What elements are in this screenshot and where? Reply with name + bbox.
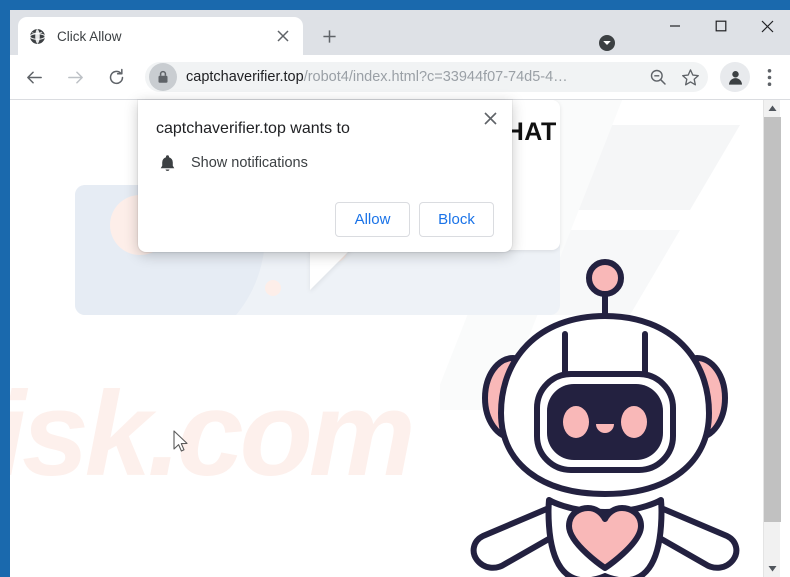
new-tab-button[interactable]: [313, 20, 345, 52]
forward-arrow-icon[interactable]: [58, 60, 92, 94]
dialog-title: captchaverifier.top wants to: [156, 120, 350, 137]
browser-toolbar: captchaverifier.top/robot4/index.html?c=…: [10, 55, 790, 100]
back-arrow-icon[interactable]: [17, 60, 51, 94]
reload-icon[interactable]: [99, 60, 133, 94]
page-scrollbar[interactable]: [763, 100, 781, 577]
tab-search-dropdown-icon[interactable]: [596, 32, 618, 54]
window-controls: [652, 10, 790, 55]
globe-icon: [28, 27, 46, 45]
dialog-permission-label: Show notifications: [191, 155, 308, 171]
tab-strip: Click Allow: [10, 10, 790, 55]
robot-mascot-icon: [470, 259, 740, 577]
url-path: /robot4/index.html?c=33944f07-74d5-4…: [303, 69, 568, 85]
three-dot-menu-icon[interactable]: [754, 62, 784, 92]
dialog-actions: Allow Block: [335, 202, 494, 237]
profile-avatar-icon[interactable]: [720, 62, 750, 92]
minimize-button[interactable]: [652, 10, 698, 42]
site-watermark-text: risk.com: [10, 367, 416, 501]
bell-icon: [156, 152, 178, 174]
speech-bubble-tail: [310, 248, 352, 290]
dialog-permission-row: Show notifications: [156, 152, 308, 174]
browser-window: Click Allow captchaverifier.top/robot4/i…: [0, 0, 790, 577]
scroll-down-arrow-icon[interactable]: [764, 560, 781, 577]
allow-button[interactable]: Allow: [335, 202, 410, 237]
browser-tab[interactable]: Click Allow: [18, 17, 303, 55]
star-icon[interactable]: [676, 63, 704, 91]
maximize-button[interactable]: [698, 10, 744, 42]
block-button[interactable]: Block: [419, 202, 494, 237]
tab-title: Click Allow: [57, 28, 122, 44]
mouse-cursor: [173, 430, 188, 452]
url-host: captchaverifier.top: [186, 69, 304, 85]
close-window-button[interactable]: [744, 10, 790, 42]
address-bar-text: captchaverifier.top/robot4/index.html?c=…: [186, 69, 644, 85]
address-bar[interactable]: captchaverifier.top/robot4/index.html?c=…: [145, 62, 708, 92]
lock-icon[interactable]: [149, 63, 177, 91]
dialog-close-icon[interactable]: [476, 104, 504, 132]
scrollbar-thumb[interactable]: [764, 117, 781, 522]
tab-close-icon[interactable]: [273, 26, 293, 46]
notification-permission-dialog: captchaverifier.top wants to Show notifi…: [138, 100, 512, 252]
scroll-up-arrow-icon[interactable]: [764, 100, 781, 117]
zoom-out-icon[interactable]: [644, 63, 672, 91]
